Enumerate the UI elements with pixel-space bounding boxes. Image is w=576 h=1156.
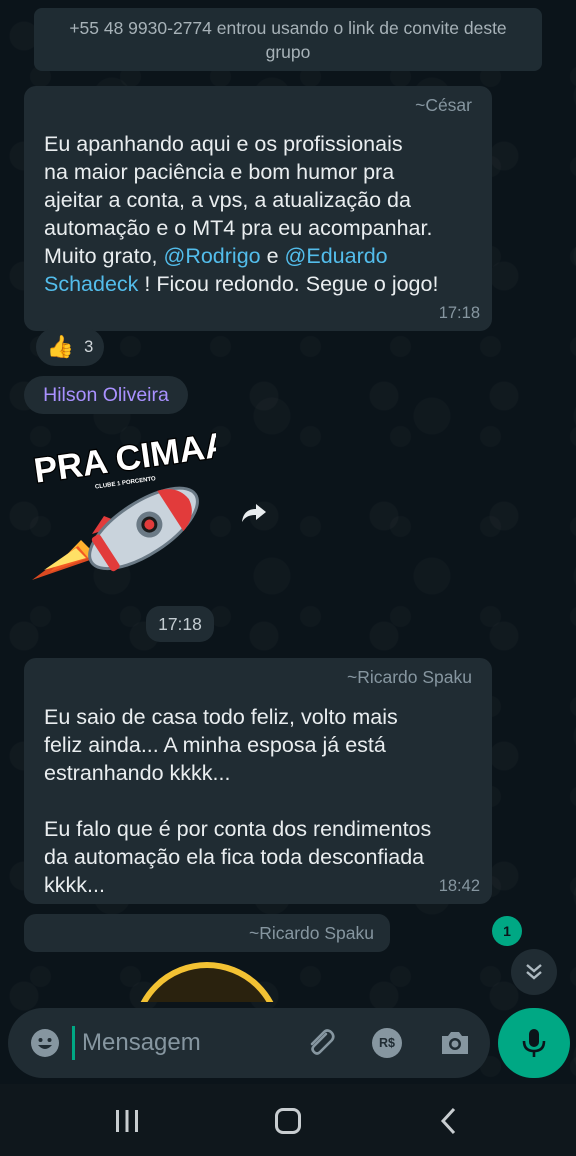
unread-badge: 1 xyxy=(492,916,522,946)
attach-icon[interactable] xyxy=(304,1026,338,1060)
emoji-icon[interactable] xyxy=(30,1028,60,1058)
rocket-icon xyxy=(32,486,199,580)
message-bubble-cesar[interactable]: ~César Eu apanhando aqui e os profission… xyxy=(24,86,492,331)
system-message: +55 48 9930-2774 entrou usando o link de… xyxy=(34,8,542,71)
forward-icon[interactable] xyxy=(238,496,270,528)
home-icon[interactable] xyxy=(275,1108,301,1134)
double-chevron-down-icon xyxy=(526,964,542,980)
message-input-bar[interactable]: Mensagem R$ xyxy=(8,1008,490,1078)
sticker-time: 17:18 xyxy=(146,606,214,642)
message-time: 17:18 xyxy=(438,304,480,322)
message-text: Eu saio de casa todo feliz, volto mais f… xyxy=(44,705,432,897)
reaction-chip[interactable]: 👍 3 xyxy=(36,328,104,366)
microphone-icon xyxy=(522,1029,546,1057)
message-sender: ~Ricardo Spaku xyxy=(346,667,472,687)
reaction-count: 3 xyxy=(84,337,94,356)
text-caret xyxy=(72,1026,75,1060)
payment-icon[interactable]: R$ xyxy=(372,1028,402,1058)
thumbs-up-icon: 👍 xyxy=(46,334,75,359)
mention-rodrigo[interactable]: @Rodrigo xyxy=(164,244,261,268)
rocket-sticker[interactable]: PRA CIMAAA! CLUBE 1 PORCENTO xyxy=(26,420,216,600)
chat-background: +55 48 9930-2774 entrou usando o link de… xyxy=(0,0,576,1084)
back-icon[interactable] xyxy=(436,1106,462,1136)
camera-icon[interactable] xyxy=(438,1026,472,1060)
message-time: 18:42 xyxy=(438,877,480,895)
next-message-sender[interactable]: ~Ricardo Spaku xyxy=(24,914,390,952)
system-navigation-bar xyxy=(0,1084,576,1156)
sender-name-hilson[interactable]: Hilson Oliveira xyxy=(24,376,188,414)
message-bubble-ricardo[interactable]: ~Ricardo Spaku Eu saio de casa todo feli… xyxy=(24,658,492,904)
message-text: Eu apanhando aqui e os profissionais na … xyxy=(44,132,439,296)
recent-apps-icon[interactable] xyxy=(112,1108,142,1134)
message-sender: ~César xyxy=(415,95,472,115)
scroll-to-bottom-button[interactable] xyxy=(511,949,557,995)
message-input[interactable]: Mensagem xyxy=(82,1028,201,1058)
mic-button[interactable] xyxy=(498,1008,570,1078)
